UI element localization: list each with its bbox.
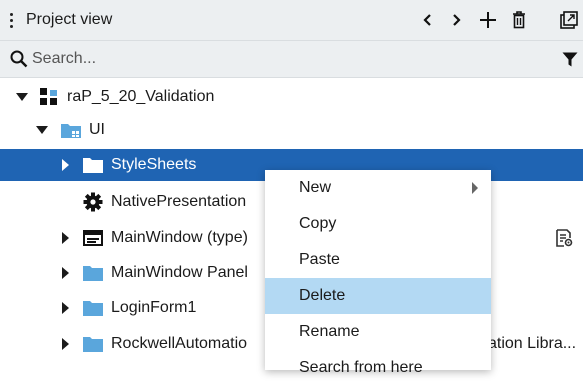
back-icon[interactable] [418,8,438,32]
filter-icon[interactable] [562,52,578,67]
menu-item-paste[interactable]: Paste [265,242,491,278]
menu-item-new[interactable]: New [265,170,491,206]
folder-icon [83,301,103,316]
folder-icon [83,337,103,352]
expand-toggle-icon[interactable] [62,159,69,171]
menu-item-label: Search from here [299,359,423,376]
delete-icon[interactable] [508,8,530,32]
ui-folder-icon [61,124,81,138]
submenu-arrow-icon [472,182,478,194]
tree-item-type-text: ation Libra... [488,335,577,352]
tree-item-label: UI [89,121,105,138]
tree-item-label: RockwellAutomatio [111,335,248,352]
folder-icon [83,266,103,281]
menu-item-label: Paste [299,251,340,268]
menu-item-search-from-here[interactable]: Search from here [265,350,491,386]
project-icon [40,88,57,105]
context-menu: New Copy Paste Delete Rename Search from… [265,170,491,376]
search-input[interactable] [32,47,542,71]
tree-item-label: raP_5_20_Validation [67,88,215,105]
expand-toggle-icon[interactable] [62,302,69,314]
expand-toggle-icon[interactable] [16,93,28,101]
menu-item-label: Delete [299,287,346,304]
search-bar [0,41,583,78]
expand-toggle-icon[interactable] [62,267,69,279]
document-settings-icon[interactable] [556,229,573,247]
popout-icon[interactable] [558,8,580,32]
more-options-icon[interactable] [10,10,14,30]
menu-item-label: Copy [299,215,337,232]
tree-item-project[interactable]: raP_5_20_Validation [0,81,583,113]
window-type-icon [83,230,103,246]
tree-item-ui[interactable]: UI [0,114,583,146]
expand-toggle-icon[interactable] [62,232,69,244]
expand-toggle-icon[interactable] [62,338,69,350]
folder-icon [83,158,103,173]
tree-item-label: MainWindow Panel [111,264,248,281]
tree-item-label: MainWindow (type) [111,229,248,246]
tree-item-label: LoginForm1 [111,299,197,316]
panel-title: Project view [26,11,113,28]
tree-item-label: StyleSheets [111,156,197,173]
project-view-header: Project view [0,0,583,41]
menu-item-label: New [299,179,332,196]
expand-toggle-icon[interactable] [36,126,48,134]
menu-item-delete[interactable]: Delete [265,278,491,314]
menu-item-label: Rename [299,323,360,340]
gear-icon [83,192,103,212]
forward-icon[interactable] [446,8,466,32]
search-icon [10,50,28,68]
tree-item-label: NativePresentation [111,193,247,210]
add-icon[interactable] [476,8,500,32]
menu-item-rename[interactable]: Rename [265,314,491,350]
menu-item-copy[interactable]: Copy [265,206,491,242]
